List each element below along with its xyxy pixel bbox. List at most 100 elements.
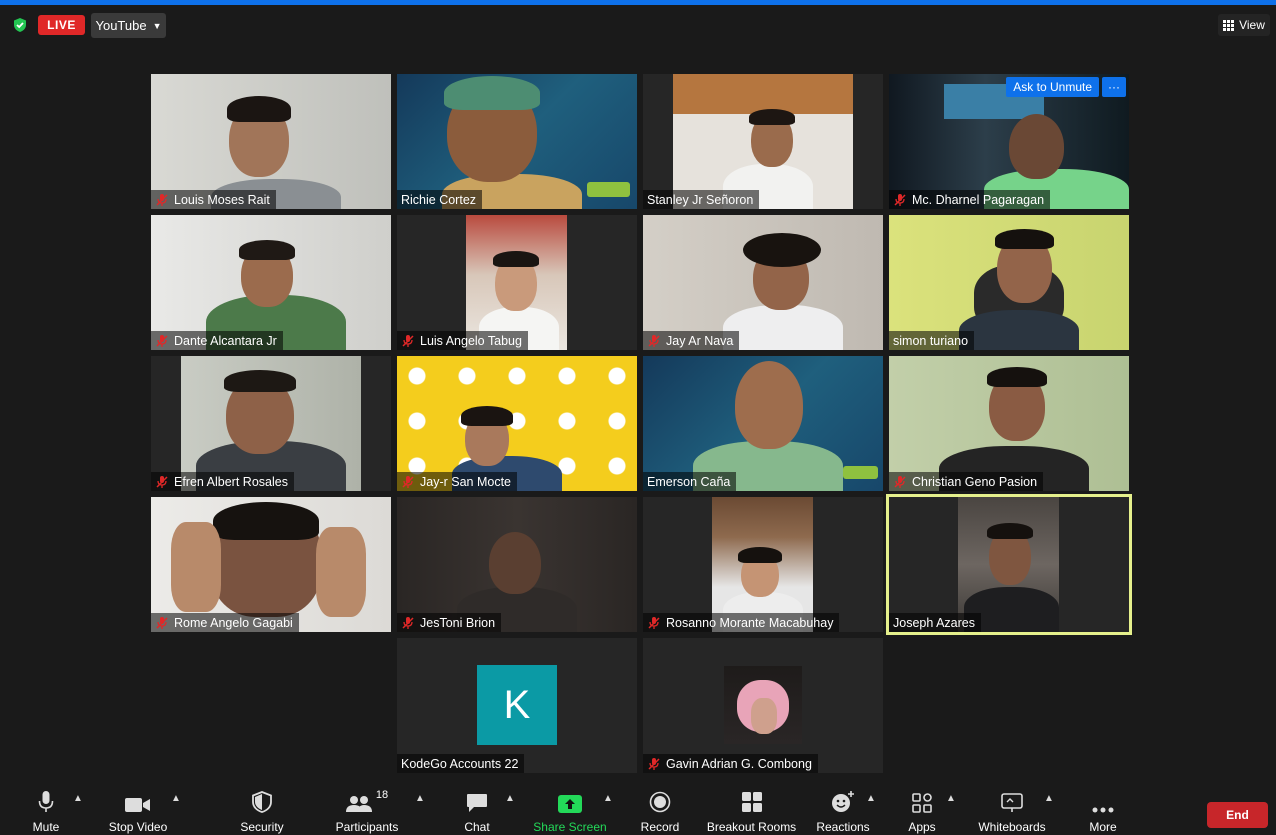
participant-name: Christian Geno Pasion <box>912 474 1038 489</box>
shield-icon <box>252 791 272 813</box>
whiteboards-label: Whiteboards <box>978 820 1046 834</box>
view-label: View <box>1239 18 1265 32</box>
security-button[interactable]: Security <box>232 785 292 835</box>
muted-mic-icon <box>156 193 168 206</box>
video-tile[interactable]: K KodeGo Accounts 22 <box>397 638 637 773</box>
reactions-label: Reactions <box>816 820 870 834</box>
muted-mic-icon <box>648 334 660 347</box>
record-label: Record <box>640 820 680 834</box>
apps-label: Apps <box>908 820 936 834</box>
video-tile[interactable]: Emerson Caña <box>643 356 883 491</box>
apps-button[interactable]: Apps <box>902 785 942 835</box>
window-top-accent <box>0 0 1276 5</box>
more-button[interactable]: More <box>1083 785 1123 835</box>
video-tile[interactable]: Louis Moses Rait <box>151 74 391 209</box>
video-tile[interactable]: Richie Cortez <box>397 74 637 209</box>
participant-name: Jay-r San Mocte <box>420 474 512 489</box>
microphone-icon <box>38 791 54 812</box>
stream-target-label: YouTube <box>95 18 147 33</box>
participant-nameplate: Luis Angelo Tabug <box>397 331 528 350</box>
stream-target-dropdown[interactable]: YouTube ▼ <box>91 13 166 38</box>
chevron-up-icon[interactable]: ▲ <box>73 793 83 804</box>
participant-nameplate: KodeGo Accounts 22 <box>397 754 525 773</box>
participant-nameplate: Jay Ar Nava <box>643 331 740 350</box>
participant-nameplate: Stanley Jr Señoron <box>643 190 760 209</box>
chevron-up-icon[interactable]: ▲ <box>415 793 425 804</box>
video-tile[interactable]: Rosanno Morante Macabuhay <box>643 497 883 632</box>
participant-nameplate: Rosanno Morante Macabuhay <box>643 613 840 632</box>
avatar: K <box>477 665 557 745</box>
video-tile[interactable]: Christian Geno Pasion <box>889 356 1129 491</box>
muted-mic-icon <box>156 616 168 629</box>
video-tile[interactable]: Gavin Adrian G. Combong <box>643 638 883 773</box>
video-tile[interactable]: Rome Angelo Gagabi <box>151 497 391 632</box>
participant-name: Mc. Dharnel Pagaragan <box>912 192 1045 207</box>
participant-nameplate: Rome Angelo Gagabi <box>151 613 299 632</box>
participant-nameplate: Richie Cortez <box>397 190 483 209</box>
ask-to-unmute-button[interactable]: Ask to Unmute <box>1006 77 1099 97</box>
more-dots-icon <box>1092 807 1114 813</box>
participant-nameplate: Efren Albert Rosales <box>151 472 294 491</box>
breakout-rooms-label: Breakout Rooms <box>706 820 797 834</box>
video-tile[interactable]: Stanley Jr Señoron <box>643 74 883 209</box>
participants-label: Participants <box>335 820 399 834</box>
video-tile[interactable]: Jay-r San Mocte <box>397 356 637 491</box>
video-tile[interactable]: Luis Angelo Tabug <box>397 215 637 350</box>
encryption-shield-icon[interactable] <box>12 17 28 33</box>
video-camera-icon <box>125 798 150 812</box>
participant-nameplate: Christian Geno Pasion <box>889 472 1044 491</box>
muted-mic-icon <box>402 616 414 629</box>
chevron-up-icon[interactable]: ▲ <box>171 793 181 804</box>
chat-button[interactable]: Chat <box>457 785 497 835</box>
record-button[interactable]: Record <box>636 785 684 835</box>
mute-label: Mute <box>32 820 60 834</box>
live-badge[interactable]: LIVE <box>38 15 85 35</box>
more-label: More <box>1089 820 1117 834</box>
whiteboards-button[interactable]: Whiteboards <box>973 785 1051 835</box>
chevron-up-icon[interactable]: ▲ <box>603 793 613 804</box>
mute-button[interactable]: Mute <box>26 785 66 835</box>
participant-nameplate: JesToni Brion <box>397 613 502 632</box>
chevron-down-icon: ▼ <box>152 20 162 31</box>
participant-nameplate: Louis Moses Rait <box>151 190 276 209</box>
breakout-rooms-button[interactable]: Breakout Rooms <box>704 785 799 835</box>
security-label: Security <box>240 820 284 834</box>
participant-nameplate: Dante Alcantara Jr <box>151 331 283 350</box>
chevron-up-icon[interactable]: ▲ <box>866 793 876 804</box>
chevron-up-icon[interactable]: ▲ <box>946 793 956 804</box>
stop-video-button[interactable]: Stop Video <box>103 785 173 835</box>
video-tile[interactable]: Dante Alcantara Jr <box>151 215 391 350</box>
participant-name: Gavin Adrian G. Combong <box>666 756 812 771</box>
muted-mic-icon <box>402 475 414 488</box>
participant-nameplate: Joseph Azares <box>889 613 981 632</box>
participant-name: Joseph Azares <box>893 615 975 630</box>
participants-icon <box>345 796 372 812</box>
muted-mic-icon <box>648 757 660 770</box>
muted-mic-icon <box>648 616 660 629</box>
participant-nameplate: Jay-r San Mocte <box>397 472 518 491</box>
video-tile-active-speaker[interactable]: Joseph Azares <box>886 494 1132 635</box>
participant-nameplate: Gavin Adrian G. Combong <box>643 754 818 773</box>
participant-name: JesToni Brion <box>420 615 496 630</box>
participants-button[interactable]: 18 Participants <box>331 785 403 835</box>
muted-mic-icon <box>156 334 168 347</box>
video-tile[interactable]: simon turiano <box>889 215 1129 350</box>
participant-nameplate: simon turiano <box>889 331 975 350</box>
participants-count: 18 <box>375 789 389 801</box>
share-screen-button[interactable]: Share Screen <box>532 785 608 835</box>
video-tile[interactable]: JesToni Brion <box>397 497 637 632</box>
video-tile[interactable]: Jay Ar Nava <box>643 215 883 350</box>
chevron-up-icon[interactable]: ▲ <box>1044 793 1054 804</box>
reactions-button[interactable]: Reactions <box>813 785 873 835</box>
chevron-up-icon[interactable]: ▲ <box>505 793 515 804</box>
view-button[interactable]: View <box>1218 14 1270 36</box>
video-tile[interactable]: Ask to Unmute ··· Mc. Dharnel Pagaragan <box>889 74 1129 209</box>
end-meeting-button[interactable]: End <box>1207 802 1268 828</box>
participant-name: simon turiano <box>893 333 969 348</box>
participant-name: Emerson Caña <box>647 474 731 489</box>
participant-name: Louis Moses Rait <box>174 192 270 207</box>
tile-more-button[interactable]: ··· <box>1102 77 1126 97</box>
grid-icon <box>1223 19 1235 31</box>
participant-name: Stanley Jr Señoron <box>647 192 754 207</box>
video-tile[interactable]: Efren Albert Rosales <box>151 356 391 491</box>
